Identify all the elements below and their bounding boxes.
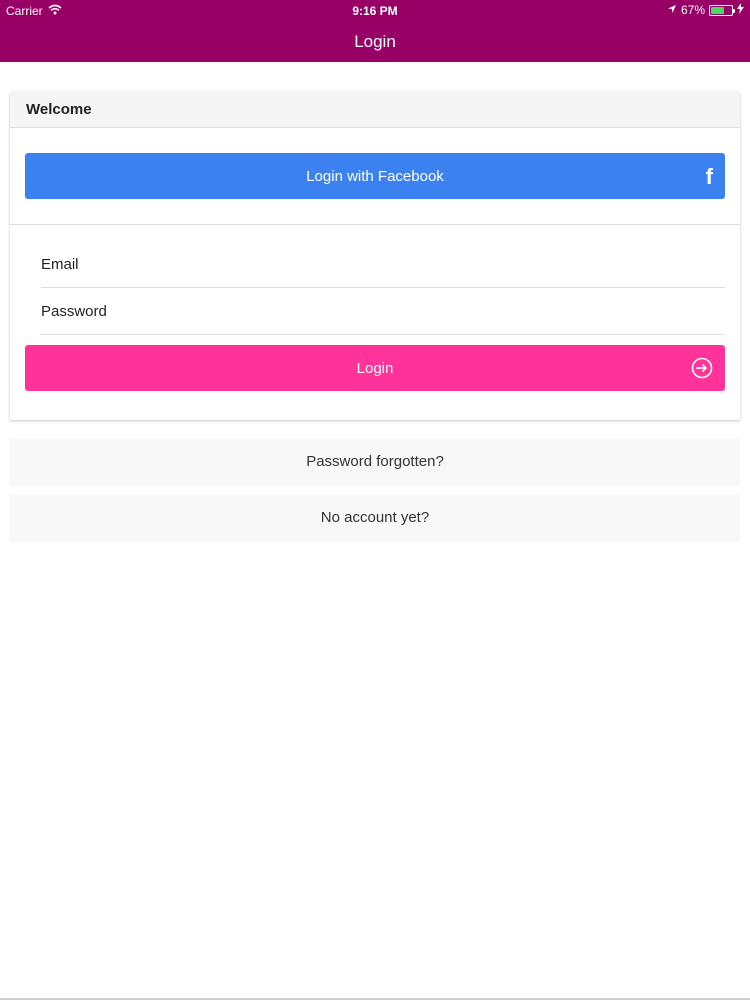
- password-forgotten-link[interactable]: Password forgotten?: [10, 439, 740, 485]
- password-field-row: [41, 289, 725, 335]
- nav-bar: Login: [0, 22, 750, 62]
- card-header: Welcome: [10, 92, 740, 128]
- battery-icon: [709, 4, 735, 16]
- facebook-login-button[interactable]: Login with Facebook f: [25, 153, 725, 199]
- page-title: Login: [354, 32, 396, 51]
- password-forgotten-label: Password forgotten?: [306, 453, 444, 470]
- status-time: 9:16 PM: [352, 4, 398, 18]
- sign-in-icon: [691, 357, 713, 379]
- facebook-login-label: Login with Facebook: [306, 167, 444, 185]
- no-account-link[interactable]: No account yet?: [10, 495, 740, 541]
- login-button[interactable]: Login: [25, 345, 725, 391]
- location-arrow-icon: [667, 3, 677, 17]
- email-field[interactable]: [41, 256, 725, 273]
- battery-percent: 67%: [680, 3, 705, 17]
- login-button-label: Login: [356, 359, 394, 377]
- facebook-section: Login with Facebook f: [10, 128, 740, 225]
- battery-fill: [711, 6, 725, 14]
- no-account-label: No account yet?: [320, 509, 430, 526]
- password-field[interactable]: [41, 303, 725, 320]
- email-field-row: [41, 242, 725, 288]
- login-card: Welcome Login with Facebook f Login: [10, 92, 740, 420]
- charging-bolt-icon: [737, 3, 744, 17]
- status-right: 67%: [667, 3, 744, 17]
- facebook-icon: f: [705, 164, 713, 189]
- status-bar: Carrier 9:16 PM 67%: [0, 0, 750, 22]
